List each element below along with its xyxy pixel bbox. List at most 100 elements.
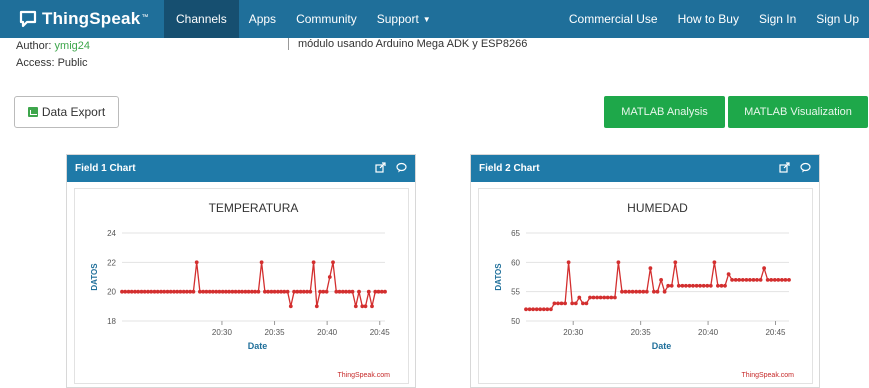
author-link[interactable]: ymig24	[55, 40, 90, 52]
data-point	[630, 289, 635, 294]
brand-name: ThingSpeak	[42, 9, 141, 28]
x-tick-label: 20:40	[698, 328, 719, 337]
external-link-icon[interactable]	[779, 162, 790, 173]
data-point	[370, 304, 374, 309]
nav-how-to-buy[interactable]: How to Buy	[668, 0, 749, 38]
data-point	[256, 289, 261, 294]
data-point	[598, 295, 603, 300]
description-divider	[288, 38, 289, 50]
channel-meta: Author: ymig24 Access: Public	[16, 38, 90, 72]
data-point	[723, 283, 727, 288]
field-1-chart-panel: Field 1 Chart TEMPERATURA 18 20 22 24 DATOS 20…	[66, 154, 416, 388]
nav-support[interactable]: Support ▼	[367, 0, 441, 38]
y-tick-label: 55	[511, 288, 520, 297]
data-point	[376, 289, 381, 294]
matlab-visualization-button[interactable]: MATLAB Visualization	[728, 96, 868, 128]
x-tick-label: 20:40	[317, 328, 338, 337]
data-point	[577, 295, 582, 300]
data-point	[776, 278, 781, 282]
data-point	[748, 278, 752, 282]
panel-title: Field 1 Chart	[75, 163, 136, 174]
data-point	[602, 295, 607, 300]
y-axis-label: DATOS	[494, 263, 503, 291]
y-tick-label: 18	[107, 317, 116, 326]
data-point	[694, 283, 699, 288]
data-point	[311, 260, 316, 265]
data-point	[194, 260, 199, 265]
data-export-label: Data Export	[41, 105, 106, 119]
data-point	[595, 295, 599, 300]
data-point	[666, 283, 671, 288]
matlab-analysis-button[interactable]: MATLAB Analysis	[604, 96, 725, 128]
data-point	[538, 307, 543, 312]
data-point	[613, 295, 617, 300]
data-point	[684, 283, 688, 288]
data-point	[616, 260, 621, 265]
data-point	[705, 283, 710, 288]
data-point	[308, 289, 313, 294]
nav-sign-up[interactable]: Sign Up	[806, 0, 869, 38]
nav-commercial-use[interactable]: Commercial Use	[559, 0, 668, 38]
data-point	[758, 278, 763, 282]
data-export-button[interactable]: Data Export	[14, 96, 119, 128]
data-point	[783, 278, 788, 282]
data-point	[282, 289, 287, 294]
top-navbar: ThingSpeak ™ Channels Apps Community Supp…	[0, 0, 869, 38]
data-point	[136, 289, 141, 294]
field-2-chart-panel: Field 2 Chart HUMEDAD 50 55 60 65 DATOS 20:30 2…	[470, 154, 820, 388]
data-point	[637, 289, 642, 294]
data-point	[344, 289, 348, 294]
data-point	[570, 301, 575, 306]
data-point	[740, 278, 745, 282]
nav-apps[interactable]: Apps	[239, 0, 286, 38]
x-tick-label: 20:45	[370, 328, 391, 337]
data-point	[531, 307, 535, 312]
chart-credit: ThingSpeak.com	[741, 372, 794, 379]
data-point	[314, 304, 319, 309]
author-label: Author:	[16, 40, 52, 52]
data-point	[659, 278, 663, 282]
chart-title: TEMPERATURA	[209, 201, 299, 215]
brand-trademark: ™	[141, 13, 149, 21]
data-point	[191, 289, 196, 294]
x-tick-label: 20:30	[563, 328, 584, 337]
export-icon	[27, 107, 38, 117]
data-point	[168, 289, 173, 294]
nav-support-label: Support	[376, 12, 419, 26]
data-point	[211, 289, 215, 294]
data-point	[295, 289, 300, 294]
data-point	[751, 278, 756, 282]
data-point	[708, 283, 713, 288]
external-link-icon[interactable]	[375, 162, 386, 173]
data-point	[701, 283, 706, 288]
y-tick-label: 22	[107, 258, 116, 267]
chart-title: HUMEDAD	[627, 201, 688, 215]
data-point	[662, 289, 667, 294]
data-point	[605, 295, 610, 300]
comment-icon[interactable]	[800, 162, 811, 173]
data-point	[552, 301, 557, 306]
nav-sign-in[interactable]: Sign In	[749, 0, 806, 38]
comment-icon[interactable]	[396, 162, 407, 173]
data-point	[285, 289, 290, 294]
access-line: Access: Public	[16, 57, 88, 69]
data-point	[769, 278, 774, 282]
data-point	[762, 266, 766, 271]
data-point	[545, 307, 550, 312]
data-point	[644, 289, 649, 294]
x-axis-label: Date	[652, 341, 672, 351]
data-point	[217, 289, 222, 294]
nav-channels[interactable]: Channels	[164, 0, 239, 38]
nav-community[interactable]: Community	[286, 0, 367, 38]
x-tick-label: 20:45	[765, 328, 786, 337]
data-point	[204, 289, 209, 294]
data-point	[559, 301, 564, 306]
brand-logo[interactable]: ThingSpeak ™	[0, 0, 164, 38]
data-point	[353, 304, 358, 309]
data-point	[712, 260, 717, 265]
data-point	[687, 283, 692, 288]
data-point	[259, 260, 264, 265]
data-point	[272, 289, 277, 294]
data-point	[321, 289, 326, 294]
data-point	[524, 307, 528, 312]
